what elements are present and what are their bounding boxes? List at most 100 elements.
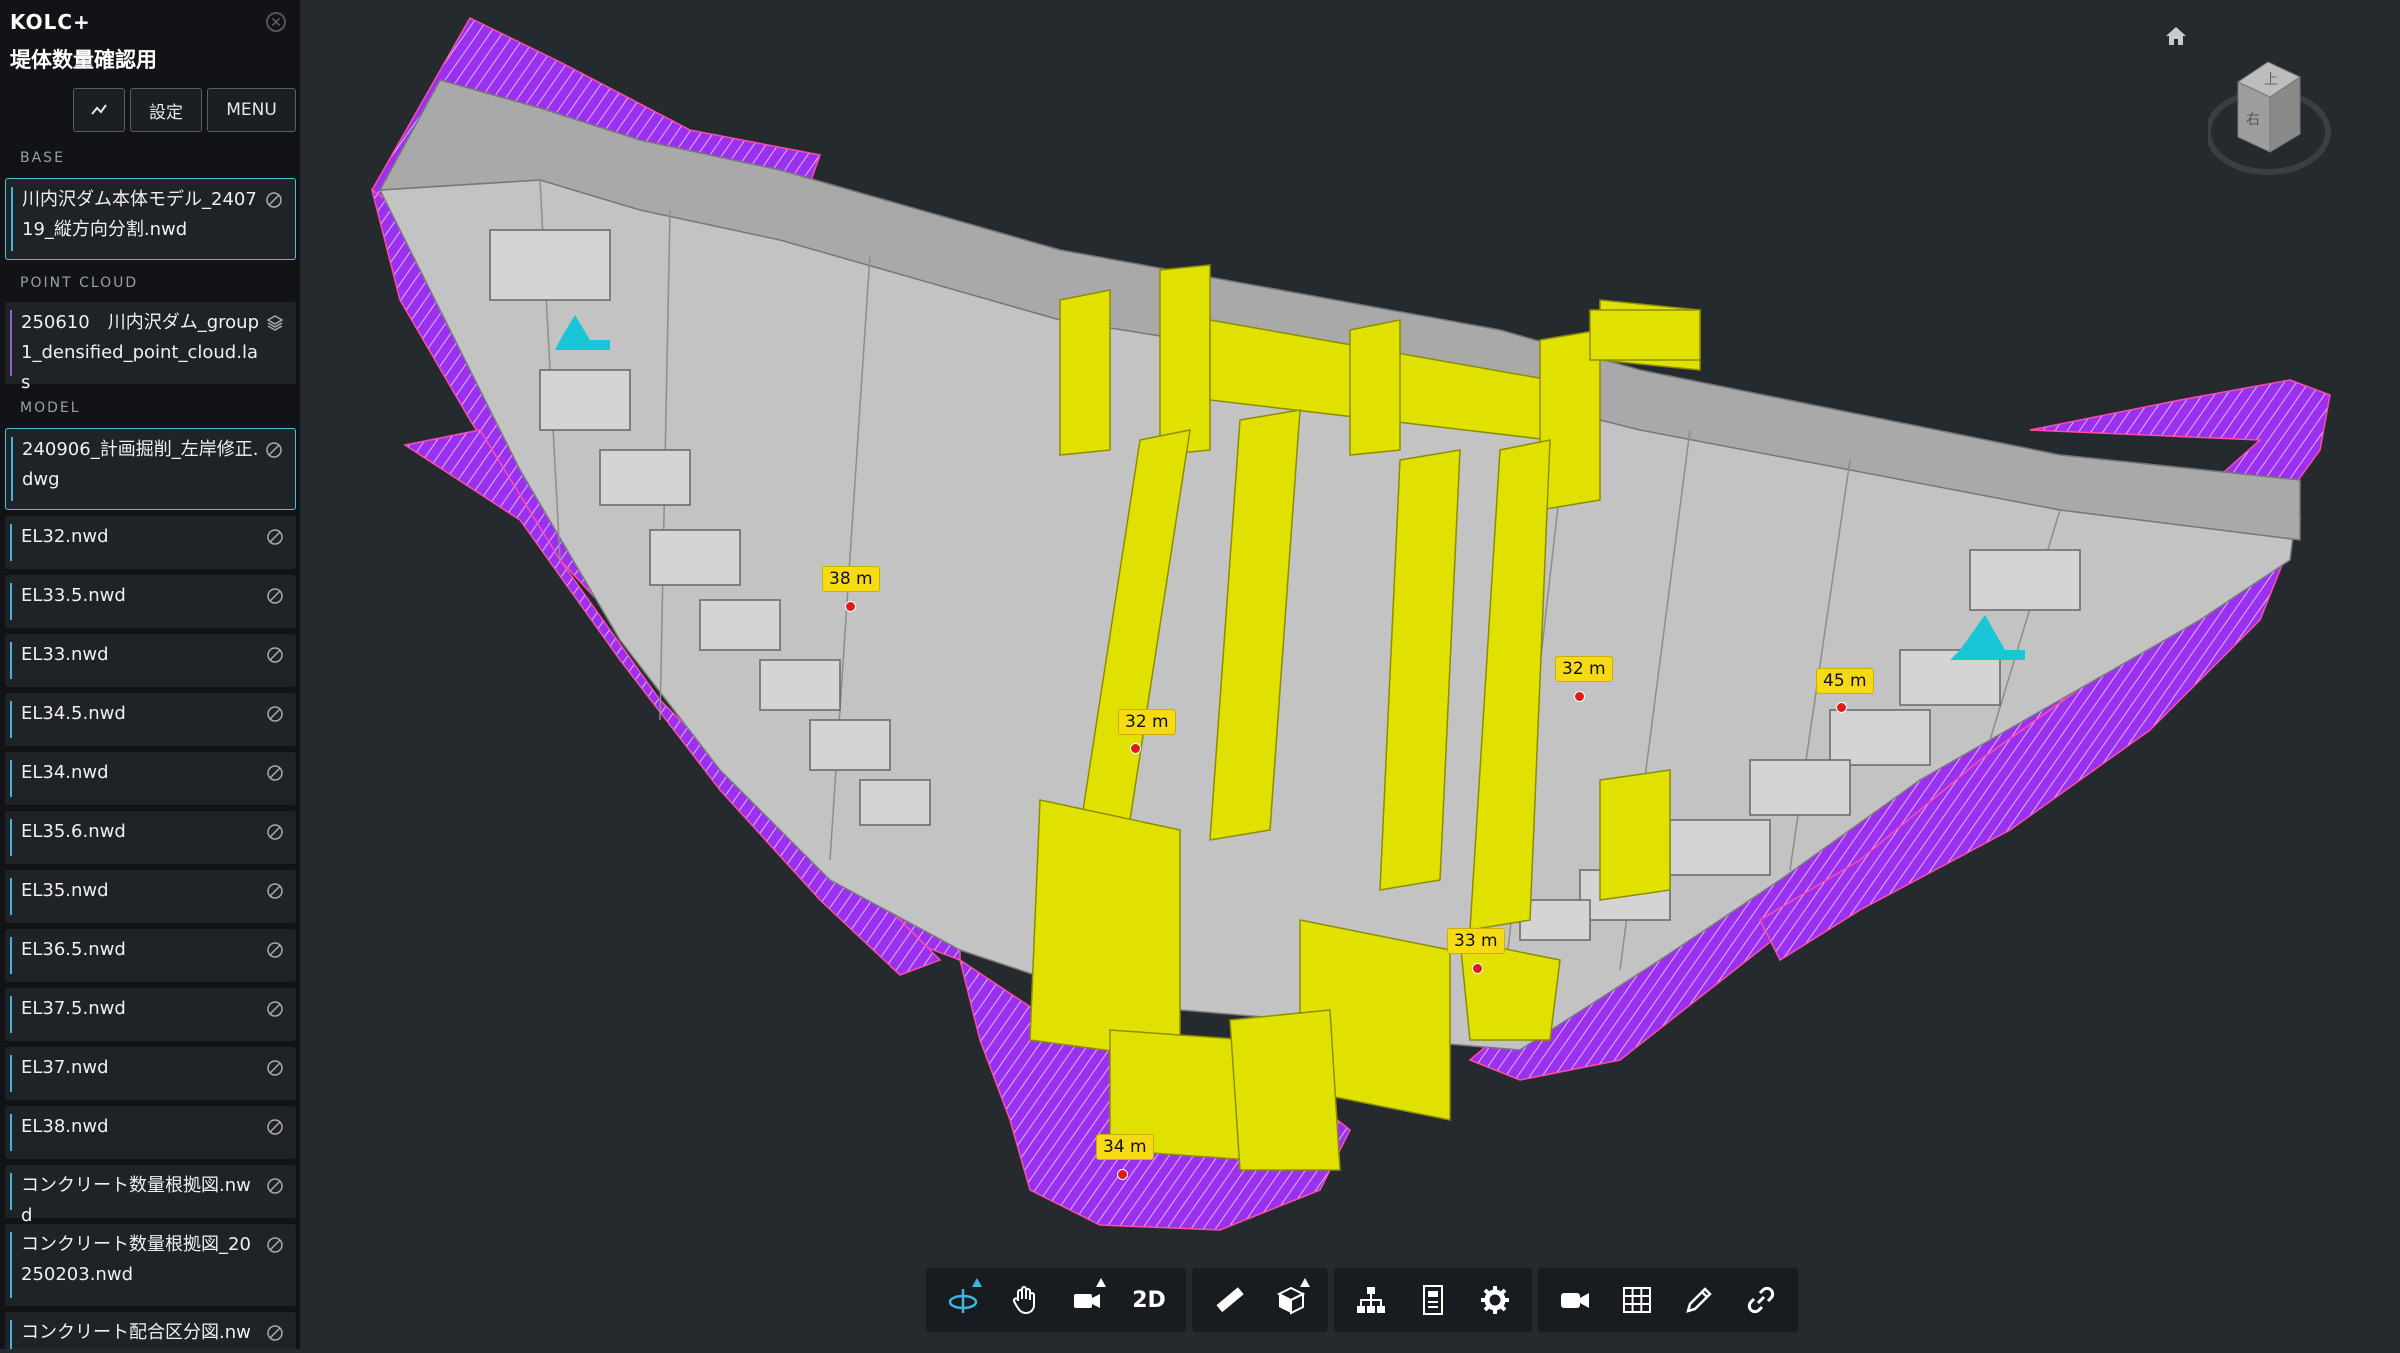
measurement-label[interactable]: 32 m bbox=[1555, 656, 1613, 682]
hierarchy-icon bbox=[1357, 1287, 1385, 1313]
pan-button[interactable] bbox=[994, 1268, 1056, 1332]
file-name: EL32.nwd bbox=[21, 526, 109, 547]
share-link-button[interactable] bbox=[1730, 1268, 1792, 1332]
model-item[interactable]: EL37.5.nwd bbox=[5, 988, 296, 1041]
visibility-toggle-icon[interactable] bbox=[266, 998, 284, 1017]
file-name: EL33.nwd bbox=[21, 644, 109, 665]
visibility-toggle-icon[interactable] bbox=[266, 1234, 284, 1253]
measure-button[interactable] bbox=[1198, 1268, 1260, 1332]
3d-viewport[interactable]: 38 m 32 m 32 m 45 m 33 m 34 m 上 右 bbox=[300, 0, 2400, 1349]
file-name: EL34.nwd bbox=[21, 762, 109, 783]
visibility-toggle-icon[interactable] bbox=[266, 703, 284, 722]
close-sidebar-icon[interactable]: ✕ bbox=[266, 12, 286, 32]
file-name: 250610 川内沢ダム_group1_densified_point_clou… bbox=[21, 312, 259, 393]
model-item[interactable]: 240906_計画掘削_左岸修正.dwg bbox=[5, 428, 296, 510]
model-item[interactable]: EL33.nwd bbox=[5, 634, 296, 687]
measurement-point[interactable] bbox=[1117, 1169, 1128, 1180]
toolbar-group-navigation: 2D bbox=[926, 1268, 1186, 1332]
measurement-label[interactable]: 38 m bbox=[822, 566, 880, 592]
menu-button[interactable]: MENU bbox=[207, 88, 296, 132]
section-point-cloud: POINT CLOUD bbox=[20, 275, 139, 291]
visibility-toggle-icon[interactable] bbox=[266, 762, 284, 781]
2d-button[interactable]: 2D bbox=[1118, 1268, 1180, 1332]
file-name: 240906_計画掘削_左岸修正.dwg bbox=[22, 439, 259, 490]
settings-gear-button[interactable] bbox=[1464, 1268, 1526, 1332]
video-button[interactable] bbox=[1544, 1268, 1606, 1332]
chart-line-icon bbox=[91, 104, 107, 115]
measurement-label[interactable]: 32 m bbox=[1118, 709, 1176, 735]
visibility-toggle-icon[interactable] bbox=[266, 585, 284, 604]
section-box-button[interactable] bbox=[1260, 1268, 1322, 1332]
measurement-label[interactable]: 45 m bbox=[1816, 668, 1874, 694]
visibility-toggle-icon[interactable] bbox=[266, 1322, 284, 1341]
file-name: EL35.nwd bbox=[21, 880, 109, 901]
model-item[interactable]: EL37.nwd bbox=[5, 1047, 296, 1100]
properties-icon bbox=[1423, 1285, 1443, 1315]
measurement-point[interactable] bbox=[1574, 691, 1585, 702]
visibility-toggle-icon[interactable] bbox=[266, 939, 284, 958]
toolbar-group-tools bbox=[1192, 1268, 1328, 1332]
model-item[interactable]: EL34.nwd bbox=[5, 752, 296, 805]
visibility-toggle-icon[interactable] bbox=[265, 439, 283, 458]
model-item[interactable]: コンクリート配合区分図.nwd bbox=[5, 1312, 296, 1349]
measurement-point[interactable] bbox=[1130, 743, 1141, 754]
properties-button[interactable] bbox=[1402, 1268, 1464, 1332]
video-camera-icon bbox=[1561, 1293, 1589, 1308]
measurement-label[interactable]: 34 m bbox=[1096, 1134, 1154, 1160]
project-name: 堤体数量確認用 bbox=[10, 48, 157, 72]
sidebar: KOLC+ ✕ 堤体数量確認用 設定 MENU BASE 川内沢ダム本体モデル_… bbox=[0, 0, 300, 1349]
markup-button[interactable] bbox=[1668, 1268, 1730, 1332]
toolbar-group-model bbox=[1334, 1268, 1532, 1332]
visibility-toggle-icon[interactable] bbox=[266, 1175, 284, 1194]
point-cloud-item[interactable]: 250610 川内沢ダム_group1_densified_point_clou… bbox=[5, 302, 296, 393]
chart-button[interactable] bbox=[73, 88, 125, 132]
measurement-point[interactable] bbox=[845, 601, 856, 612]
dam-concrete-body bbox=[378, 79, 2301, 1051]
hand-icon bbox=[1012, 1286, 1035, 1315]
dam-model-render[interactable] bbox=[300, 0, 2400, 1349]
table-grid-icon bbox=[1623, 1287, 1651, 1313]
view-cube[interactable]: 上 右 bbox=[2205, 52, 2338, 182]
visibility-toggle-icon[interactable] bbox=[266, 644, 284, 663]
table-button[interactable] bbox=[1606, 1268, 1668, 1332]
measurement-point[interactable] bbox=[1472, 963, 1483, 974]
ruler-icon bbox=[1216, 1287, 1244, 1313]
bottom-toolbar: 2D bbox=[926, 1268, 1798, 1332]
section-cube-icon bbox=[1276, 1286, 1306, 1315]
file-name: コンクリート数量根拠図.nwd bbox=[21, 1175, 251, 1226]
measurement-point[interactable] bbox=[1836, 702, 1847, 713]
model-item[interactable]: EL38.nwd bbox=[5, 1106, 296, 1159]
home-view-button[interactable] bbox=[2162, 22, 2190, 50]
model-item[interactable]: EL33.5.nwd bbox=[5, 575, 296, 628]
model-item[interactable]: EL35.6.nwd bbox=[5, 811, 296, 864]
file-name: EL36.5.nwd bbox=[21, 939, 126, 960]
view-cube-top-label: 上 bbox=[2264, 72, 2278, 88]
app-name: KOLC+ bbox=[10, 10, 91, 34]
visibility-toggle-icon[interactable] bbox=[266, 526, 284, 545]
file-name: EL38.nwd bbox=[21, 1116, 109, 1137]
settings-button[interactable]: 設定 bbox=[130, 88, 202, 132]
file-name: コンクリート数量根拠図_20250203.nwd bbox=[21, 1234, 251, 1285]
model-browser-button[interactable] bbox=[1340, 1268, 1402, 1332]
base-model-item[interactable]: 川内沢ダム本体モデル_240719_縦方向分割.nwd bbox=[5, 178, 296, 260]
file-name: EL34.5.nwd bbox=[21, 703, 126, 724]
visibility-toggle-icon[interactable] bbox=[266, 1057, 284, 1076]
model-item[interactable]: コンクリート数量根拠図_20250203.nwd bbox=[5, 1224, 296, 1306]
visibility-toggle-icon[interactable] bbox=[266, 821, 284, 840]
toolbar-group-extras bbox=[1538, 1268, 1798, 1332]
camera-button[interactable] bbox=[1056, 1268, 1118, 1332]
measurement-label[interactable]: 33 m bbox=[1447, 928, 1505, 954]
pencil-icon bbox=[1686, 1287, 1712, 1313]
visibility-toggle-icon[interactable] bbox=[266, 880, 284, 899]
model-item[interactable]: EL35.nwd bbox=[5, 870, 296, 923]
home-icon bbox=[2166, 27, 2186, 45]
model-item[interactable]: EL34.5.nwd bbox=[5, 693, 296, 746]
layers-icon[interactable] bbox=[266, 312, 284, 331]
model-item[interactable]: コンクリート数量根拠図.nwd bbox=[5, 1165, 296, 1226]
orbit-button[interactable] bbox=[932, 1268, 994, 1332]
model-item[interactable]: EL32.nwd bbox=[5, 516, 296, 569]
file-name: EL35.6.nwd bbox=[21, 821, 126, 842]
visibility-toggle-icon[interactable] bbox=[265, 189, 283, 208]
model-item[interactable]: EL36.5.nwd bbox=[5, 929, 296, 982]
visibility-toggle-icon[interactable] bbox=[266, 1116, 284, 1135]
